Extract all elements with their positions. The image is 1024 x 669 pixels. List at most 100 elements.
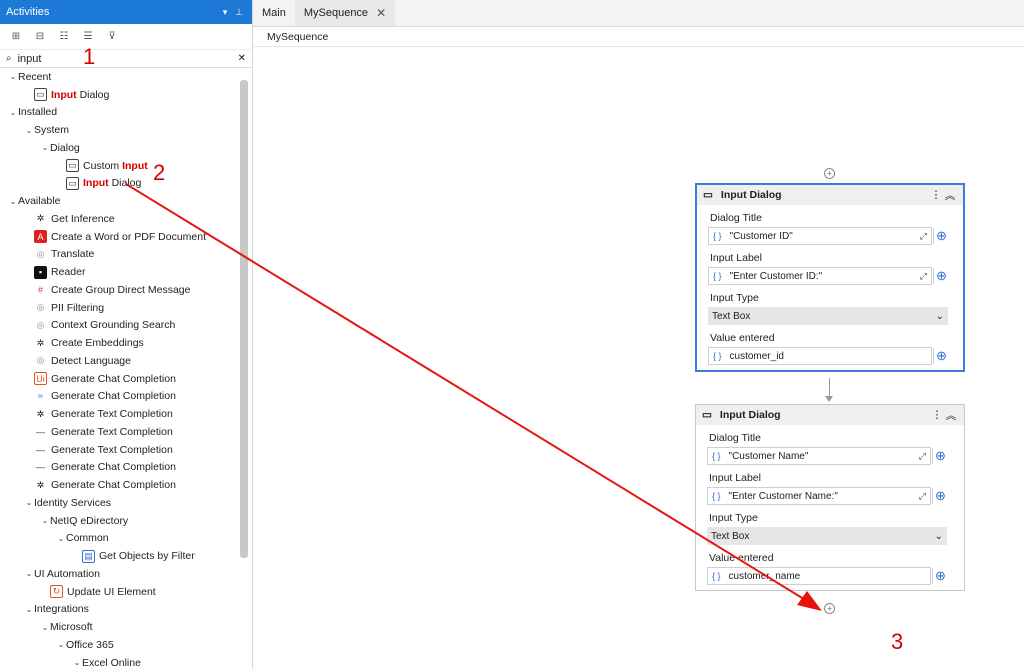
tree-item[interactable]: ◎ Detect Language <box>0 352 240 370</box>
field-value: "Customer ID" <box>729 230 793 242</box>
input-dialog-card-2[interactable]: ▭ Input Dialog ⋮ ︽ Dialog Title { } "Cust… <box>695 404 965 591</box>
chevron-down-icon[interactable]: ⌄ <box>8 108 18 117</box>
value-entered-field[interactable]: { } customer_name <box>707 567 931 585</box>
tree-item[interactable]: ⌄ Common <box>0 530 240 548</box>
tree-item[interactable]: ✲ Generate Text Completion <box>0 405 240 423</box>
chevron-down-icon[interactable]: ⌄ <box>24 126 34 135</box>
tree-item[interactable]: ⌄ Excel Online <box>0 654 240 669</box>
tree-item[interactable]: ⌄ Integrations <box>0 601 240 619</box>
collapse-icon[interactable]: ︽ <box>943 188 957 203</box>
expand-icon[interactable]: ⤢ <box>920 271 927 282</box>
label-part: Dialog <box>108 177 142 190</box>
filter-icon[interactable]: ⊽ <box>104 29 120 45</box>
value-entered-field[interactable]: { } customer_id <box>708 347 932 365</box>
search-match: Input <box>83 177 109 190</box>
expand-icon[interactable]: ⤢ <box>919 451 926 462</box>
tree-item[interactable]: ⌄ Recent <box>0 68 240 86</box>
pin-icon[interactable]: ⊥ <box>232 7 246 18</box>
more-options-icon[interactable]: ⋮ <box>930 409 944 421</box>
card-header[interactable]: ▭ Input Dialog ⋮ ︽ <box>697 185 963 205</box>
input-label-field[interactable]: { } "Enter Customer ID:" ⤢ <box>708 267 932 285</box>
plus-icon[interactable]: ⊕ <box>933 228 949 244</box>
tree-item[interactable]: ⌄ UI Automation <box>0 565 240 583</box>
tree-item[interactable]: ⌄ Office 365 <box>0 636 240 654</box>
expand-icon[interactable]: ⤢ <box>919 491 926 502</box>
expression-icon: { } <box>713 351 722 361</box>
tree-item[interactable]: ⌄ System <box>0 121 240 139</box>
tree-item[interactable]: — Generate Text Completion <box>0 441 240 459</box>
tree-item[interactable]: Ui Generate Chat Completion <box>0 370 240 388</box>
expand-icon[interactable]: ⤢ <box>920 231 927 242</box>
chevron-down-icon[interactable]: ⌄ <box>40 143 50 152</box>
show-favorites-icon[interactable]: ☷ <box>56 29 72 45</box>
field-label: Input Type <box>709 512 758 524</box>
chevron-down-icon[interactable]: ⌄ <box>24 498 34 507</box>
tree-item-label: Recent <box>18 70 52 83</box>
search-input[interactable]: input <box>12 53 238 65</box>
chevron-down-icon[interactable]: ⌄ <box>24 605 34 614</box>
input-label-field[interactable]: { } "Enter Customer Name:" ⤢ <box>707 487 931 505</box>
tree-item[interactable]: ◎ Translate <box>0 246 240 264</box>
list-view-icon[interactable]: ☰ <box>80 29 96 45</box>
close-tab-icon[interactable]: ✕ <box>376 6 386 20</box>
tree-item[interactable]: ⌄ Installed <box>0 104 240 122</box>
dropdown-icon[interactable]: ▾ <box>218 7 232 18</box>
tree-item[interactable]: ▭ Input Dialog <box>0 175 240 193</box>
input-dialog-card-1[interactable]: ▭ Input Dialog ⋮ ︽ Dialog Title { } "Cust… <box>695 183 965 372</box>
chevron-down-icon[interactable]: ⌄ <box>24 569 34 578</box>
tree-item[interactable]: ⌄ NetIQ eDirectory <box>0 512 240 530</box>
tab-mysequence[interactable]: MySequence ✕ <box>294 0 396 26</box>
chevron-down-icon[interactable]: ⌄ <box>8 197 18 206</box>
chevron-down-icon[interactable]: ⌄ <box>56 640 66 649</box>
chevron-down-icon[interactable]: ⌄ <box>40 516 50 525</box>
tree-item[interactable]: ▭ Custom Input <box>0 157 240 175</box>
tree-item[interactable]: ≈ Generate Chat Completion <box>0 388 240 406</box>
tree-item[interactable]: A Create a Word or PDF Document <box>0 228 240 246</box>
dialog-title-field[interactable]: { } "Customer Name" ⤢ <box>707 447 931 465</box>
collapse-icon[interactable]: ︽ <box>944 408 958 423</box>
tree-item[interactable]: ▪ Reader <box>0 263 240 281</box>
tree-item[interactable]: ◎ PII Filtering <box>0 299 240 317</box>
clear-search-icon[interactable]: ✕ <box>238 53 246 64</box>
add-activity-bottom-icon[interactable]: + <box>824 603 835 614</box>
tree-item[interactable]: — Generate Text Completion <box>0 423 240 441</box>
chevron-down-icon[interactable]: ⌄ <box>40 623 50 632</box>
tree-item[interactable]: ✲ Get Inference <box>0 210 240 228</box>
tree-item[interactable]: ◎ Context Grounding Search <box>0 317 240 335</box>
breadcrumb-label[interactable]: MySequence <box>267 31 328 43</box>
custom-input-icon: ▭ <box>66 159 79 173</box>
tree-item[interactable]: ⌄ Dialog <box>0 139 240 157</box>
tree-item-label: Input Dialog <box>83 177 141 189</box>
tree-item[interactable]: # Create Group Direct Message <box>0 281 240 299</box>
tree-item[interactable]: ✲ Create Embeddings <box>0 334 240 352</box>
input-type-select[interactable]: Text Box ⌄ <box>707 527 947 545</box>
tree-item[interactable]: ▤ Get Objects by Filter <box>0 547 240 565</box>
chevron-down-icon[interactable]: ⌄ <box>8 72 18 81</box>
expand-all-icon[interactable]: ⊞ <box>8 29 24 45</box>
plus-icon[interactable]: ⊕ <box>933 268 949 284</box>
dialog-title-field[interactable]: { } "Customer ID" ⤢ <box>708 227 932 245</box>
chevron-down-icon[interactable]: ⌄ <box>72 658 82 667</box>
tree-item[interactable]: ⌄ Identity Services <box>0 494 240 512</box>
tree-item[interactable]: ↻ Update UI Element <box>0 583 240 601</box>
tab-main[interactable]: Main <box>253 0 295 26</box>
plus-icon[interactable]: ⊕ <box>932 448 948 464</box>
scrollbar[interactable] <box>240 80 248 558</box>
tree-item[interactable]: ✲ Generate Chat Completion <box>0 476 240 494</box>
plus-icon[interactable]: ⊕ <box>933 348 949 364</box>
globe-icon: ◎ <box>34 354 47 368</box>
activities-search[interactable]: ⌕ input ✕ <box>0 50 252 68</box>
tree-item[interactable]: ⌄ Available <box>0 192 240 210</box>
plus-icon[interactable]: ⊕ <box>932 568 948 584</box>
tree-item-label: Common <box>66 532 109 545</box>
tree-item[interactable]: — Generate Chat Completion <box>0 459 240 477</box>
input-type-select[interactable]: Text Box ⌄ <box>708 307 948 325</box>
tree-item[interactable]: ⌄ Microsoft <box>0 618 240 636</box>
tree-item[interactable]: ▭ Input Dialog <box>0 86 240 104</box>
more-options-icon[interactable]: ⋮ <box>929 189 943 201</box>
plus-icon[interactable]: ⊕ <box>932 488 948 504</box>
chevron-down-icon[interactable]: ⌄ <box>56 534 66 543</box>
add-activity-top-icon[interactable]: + <box>824 168 835 179</box>
collapse-all-icon[interactable]: ⊟ <box>32 29 48 45</box>
card-header[interactable]: ▭ Input Dialog ⋮ ︽ <box>696 405 964 425</box>
